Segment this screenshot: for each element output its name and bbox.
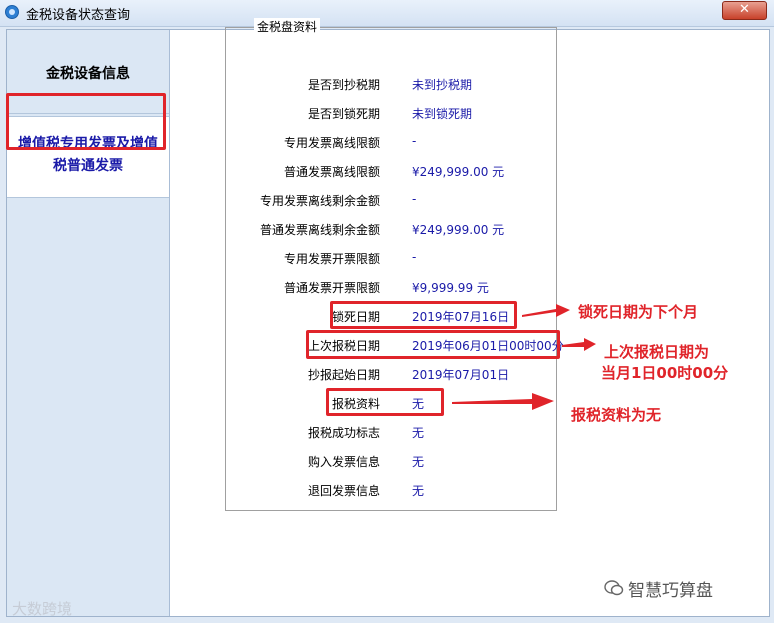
group-title: 金税盘资料 <box>254 18 321 35</box>
row-value: - <box>412 192 417 206</box>
row-value: 未到抄税期 <box>412 78 473 92</box>
row-value: ¥249,999.00 元 <box>412 223 505 237</box>
row-label: 是否到抄税期 <box>307 78 380 92</box>
row-label: 普通发票离线剩余金额 <box>259 223 380 237</box>
sidebar-highlight-box <box>6 93 166 150</box>
arrow-icon <box>452 393 554 410</box>
row-label: 抄报起始日期 <box>307 368 380 382</box>
annotation-last-tax-line2: 当月1日00时00分 <box>601 364 729 382</box>
annotation-tax-data: 报税资料为无 <box>571 406 662 424</box>
row-label: 专用发票开票限额 <box>283 252 380 266</box>
row-label: 报税成功标志 <box>307 426 380 440</box>
watermark-left: 大数跨境 <box>12 600 73 618</box>
row-label: 是否到锁死期 <box>307 107 380 121</box>
title-bar: 金税设备状态查询 ✕ <box>0 0 774 27</box>
row-label: 退回发票信息 <box>307 484 380 498</box>
row-value: 2019年07月01日 <box>412 368 510 382</box>
row-label: 专用发票离线剩余金额 <box>259 194 380 208</box>
row-value: 无 <box>412 484 425 498</box>
row-value: ¥9,999.99 元 <box>412 281 489 295</box>
row-label: 普通发票离线限额 <box>283 165 380 179</box>
lock-date-highlight-box <box>330 301 517 329</box>
window-title: 金税设备状态查询 <box>26 8 131 23</box>
arrow-icon <box>522 304 570 317</box>
last-tax-date-highlight-box <box>306 330 560 359</box>
app-logo-icon <box>5 5 19 19</box>
watermark-right: 智慧巧算盘 <box>628 581 713 601</box>
row-value: - <box>412 134 417 148</box>
annotation-lock-date: 锁死日期为下个月 <box>578 303 699 321</box>
close-button[interactable]: ✕ <box>722 1 767 20</box>
row-label: 购入发票信息 <box>307 455 380 469</box>
row-value: 无 <box>412 455 425 469</box>
annotation-last-tax-line1: 上次报税日期为 <box>604 343 710 361</box>
tax-data-highlight-box <box>326 388 444 416</box>
row-value: ¥249,999.00 元 <box>412 165 505 179</box>
app-window: 金税设备状态查询 ✕ 金税设备信息 增值税专用发票及增值税普通发票 金税盘资料 … <box>0 0 774 623</box>
row-label: 专用发票离线限额 <box>283 136 380 150</box>
arrow-icon <box>562 338 596 351</box>
row-value: - <box>412 250 417 264</box>
sidebar-item-label: 金税设备信息 <box>46 66 130 82</box>
row-label: 普通发票开票限额 <box>283 281 380 295</box>
row-value: 无 <box>412 426 425 440</box>
wechat-icon <box>604 580 624 596</box>
row-value: 未到锁死期 <box>412 107 473 121</box>
